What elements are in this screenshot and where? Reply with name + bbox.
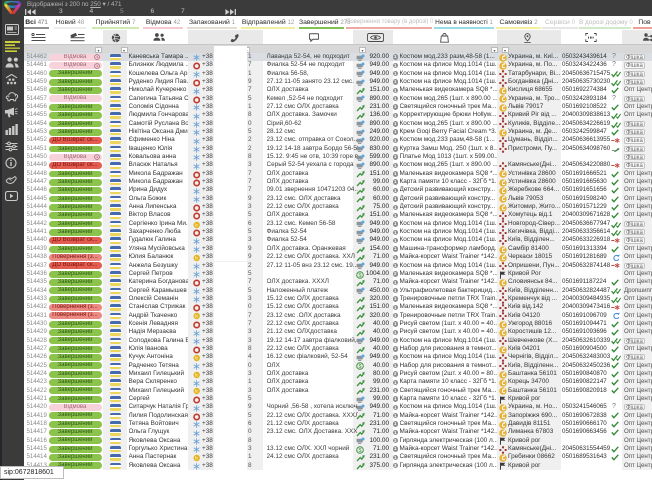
svg-text:lc: lc: [195, 372, 198, 377]
svg-text:lc: lc: [195, 356, 198, 361]
svg-text:lc: lc: [195, 389, 198, 394]
svg-text:lc: lc: [195, 314, 198, 319]
svg-text:lc: lc: [195, 256, 198, 261]
svg-text:lc: lc: [195, 456, 198, 461]
svg-text:lc: lc: [195, 222, 198, 227]
